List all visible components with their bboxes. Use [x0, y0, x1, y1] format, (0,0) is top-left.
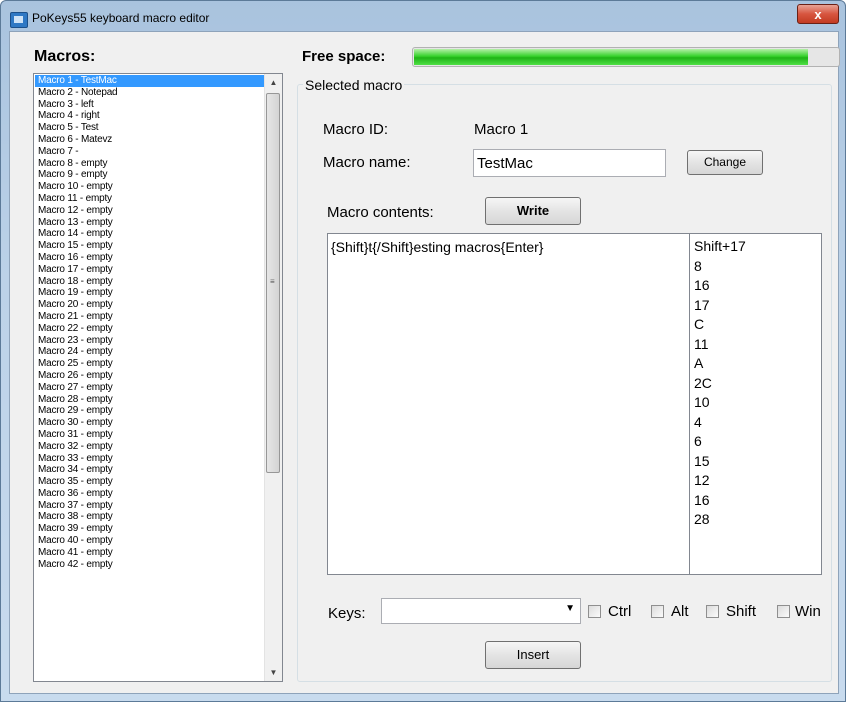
alt-checkbox[interactable]	[651, 605, 664, 618]
macro-list-item[interactable]: Macro 26 - empty	[35, 370, 265, 382]
macro-list-item[interactable]: Macro 18 - empty	[35, 276, 265, 288]
title-bar: PoKeys55 keyboard macro editor x	[1, 1, 845, 35]
macro-list-item[interactable]: Macro 30 - empty	[35, 417, 265, 429]
win-checkbox[interactable]	[777, 605, 790, 618]
macro-list-items: Macro 1 - TestMac Macro 2 - Notepad Macro …	[35, 75, 265, 570]
macro-list-item[interactable]: Macro 19 - empty	[35, 287, 265, 299]
macro-list-item[interactable]: Macro 1 - TestMac	[35, 75, 265, 87]
win-checkbox-label: Win	[795, 603, 821, 620]
key-code-item[interactable]: 17	[694, 296, 817, 316]
scroll-thumb[interactable]: ≡	[266, 93, 280, 473]
key-code-item[interactable]: 12	[694, 471, 817, 491]
window-title: PoKeys55 keyboard macro editor	[32, 11, 210, 25]
macro-list-item[interactable]: Macro 22 - empty	[35, 323, 265, 335]
macro-list-item[interactable]: Macro 17 - empty	[35, 264, 265, 276]
macro-list-item[interactable]: Macro 2 - Notepad	[35, 87, 265, 99]
key-code-item[interactable]: 11	[694, 335, 817, 355]
macro-list-item[interactable]: Macro 11 - empty	[35, 193, 265, 205]
scroll-down-icon[interactable]: ▼	[265, 664, 282, 681]
macro-list-item[interactable]: Macro 27 - empty	[35, 382, 265, 394]
macro-list-item[interactable]: Macro 9 - empty	[35, 169, 265, 181]
free-space-progress-fill	[414, 49, 809, 65]
macro-list-item[interactable]: Macro 34 - empty	[35, 464, 265, 476]
shift-checkbox-label: Shift	[726, 603, 757, 620]
ctrl-checkbox-label: Ctrl	[608, 603, 632, 620]
macro-list-item[interactable]: Macro 39 - empty	[35, 523, 265, 535]
macro-name-input[interactable]: TestMac	[473, 149, 666, 177]
macro-list-item[interactable]: Macro 6 - Matevz	[35, 134, 265, 146]
write-button[interactable]: Write	[485, 197, 581, 225]
macros-label: Macros:	[34, 48, 96, 65]
key-code-item[interactable]: 15	[694, 452, 817, 472]
macro-list-item[interactable]: Macro 41 - empty	[35, 547, 265, 559]
key-code-item[interactable]: 16	[694, 276, 817, 296]
insert-button[interactable]: Insert	[485, 641, 581, 669]
macro-list-item[interactable]: Macro 15 - empty	[35, 240, 265, 252]
keys-label: Keys:	[328, 605, 366, 622]
macro-list-item[interactable]: Macro 13 - empty	[35, 217, 265, 229]
key-code-item[interactable]: 16	[694, 491, 817, 511]
key-code-item[interactable]: 28	[694, 510, 817, 530]
macro-list[interactable]: Macro 1 - TestMac Macro 2 - Notepad Macro …	[33, 73, 283, 682]
macro-list-item[interactable]: Macro 20 - empty	[35, 299, 265, 311]
client-area: Macros: Macro 1 - TestMac Macro 2 - Notep…	[9, 31, 840, 694]
macro-name-label: Macro name:	[323, 154, 411, 171]
macro-id-value: Macro 1	[474, 121, 529, 138]
key-codes-list[interactable]: Shift+17 8 16 17 C 11 A 2C 10 4 6 15 12 16 28	[689, 233, 822, 575]
macro-list-scrollbar[interactable]: ▲ ≡ ▼	[264, 74, 282, 681]
key-code-item[interactable]: C	[694, 315, 817, 335]
macro-list-item[interactable]: Macro 12 - empty	[35, 205, 265, 217]
free-space-label: Free space:	[302, 48, 386, 65]
macro-list-item[interactable]: Macro 31 - empty	[35, 429, 265, 441]
macro-list-item[interactable]: Macro 36 - empty	[35, 488, 265, 500]
macro-list-item[interactable]: Macro 10 - empty	[35, 181, 265, 193]
macro-contents-label: Macro contents:	[327, 204, 434, 221]
key-code-item[interactable]: 6	[694, 432, 817, 452]
macro-list-item[interactable]: Macro 4 - right	[35, 110, 265, 122]
key-code-item[interactable]: A	[694, 354, 817, 374]
macro-list-item[interactable]: Macro 3 - left	[35, 99, 265, 111]
macro-list-item[interactable]: Macro 28 - empty	[35, 394, 265, 406]
key-code-item[interactable]: 4	[694, 413, 817, 433]
selected-macro-group-title: Selected macro	[303, 77, 405, 93]
macro-list-item[interactable]: Macro 42 - empty	[35, 559, 265, 571]
macro-list-item[interactable]: Macro 21 - empty	[35, 311, 265, 323]
chevron-down-icon: ▼	[565, 603, 575, 614]
shift-checkbox[interactable]	[706, 605, 719, 618]
macro-list-item[interactable]: Macro 23 - empty	[35, 335, 265, 347]
key-code-item[interactable]: 8	[694, 257, 817, 277]
macro-list-item[interactable]: Macro 38 - empty	[35, 511, 265, 523]
macro-list-item[interactable]: Macro 33 - empty	[35, 453, 265, 465]
app-window: PoKeys55 keyboard macro editor x Macros:…	[0, 0, 846, 702]
macro-list-item[interactable]: Macro 7 -	[35, 146, 265, 158]
app-icon	[10, 12, 28, 28]
ctrl-checkbox[interactable]	[588, 605, 601, 618]
macro-list-item[interactable]: Macro 8 - empty	[35, 158, 265, 170]
macro-list-item[interactable]: Macro 14 - empty	[35, 228, 265, 240]
macro-list-item[interactable]: Macro 40 - empty	[35, 535, 265, 547]
key-code-item[interactable]: 2C	[694, 374, 817, 394]
macro-id-label: Macro ID:	[323, 121, 389, 138]
keys-dropdown[interactable]: ▼	[381, 598, 581, 624]
grip-icon: ≡	[270, 277, 275, 286]
macro-list-item[interactable]: Macro 35 - empty	[35, 476, 265, 488]
key-code-item[interactable]: 10	[694, 393, 817, 413]
free-space-progress	[412, 47, 840, 67]
alt-checkbox-label: Alt	[671, 603, 689, 620]
macro-list-item[interactable]: Macro 25 - empty	[35, 358, 265, 370]
scroll-up-icon[interactable]: ▲	[265, 74, 282, 91]
macro-list-item[interactable]: Macro 16 - empty	[35, 252, 265, 264]
macro-contents-textarea[interactable]: {Shift}t{/Shift}esting macros{Enter}	[327, 233, 708, 575]
macro-list-item[interactable]: Macro 32 - empty	[35, 441, 265, 453]
key-code-item[interactable]: Shift+17	[694, 237, 817, 257]
macro-list-item[interactable]: Macro 24 - empty	[35, 346, 265, 358]
macro-list-item[interactable]: Macro 37 - empty	[35, 500, 265, 512]
change-button[interactable]: Change	[687, 150, 763, 175]
macro-list-item[interactable]: Macro 5 - Test	[35, 122, 265, 134]
close-button[interactable]: x	[797, 4, 839, 24]
macro-list-item[interactable]: Macro 29 - empty	[35, 405, 265, 417]
